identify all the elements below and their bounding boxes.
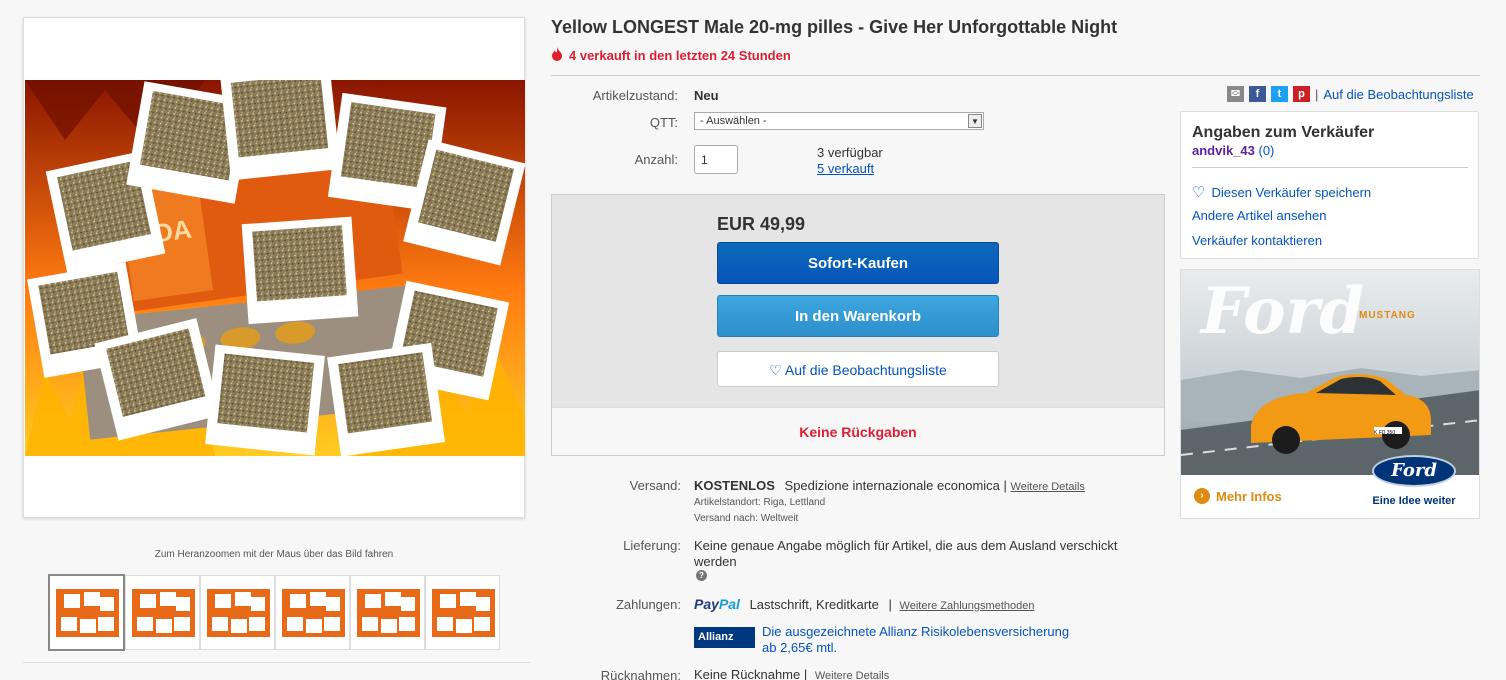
qtt-label: QTT: <box>649 115 678 130</box>
seller-score[interactable]: (0) <box>1259 143 1275 158</box>
help-icon[interactable]: ? <box>696 570 707 581</box>
returns-text: Keine Rücknahme <box>694 667 801 680</box>
separator: | <box>1315 86 1319 102</box>
thumbnail-image <box>432 589 495 637</box>
no-returns-notice: Keine Rückgaben <box>552 407 1164 455</box>
ad-plate: K FD 350 <box>1374 430 1396 436</box>
ford-badge: Ford <box>1372 455 1456 487</box>
divider <box>23 662 531 663</box>
returns-details-link[interactable]: Weitere Details <box>815 670 889 680</box>
allianz-logo-text: Allianz <box>698 631 734 643</box>
ad-footer: › Mehr Infos Ford Eine Idee weiter <box>1181 455 1479 518</box>
buy-box: EUR 49,99 Sofort-Kaufen In den Warenkorb… <box>551 194 1165 456</box>
available-count: 3 verfügbar <box>817 145 883 160</box>
shipping-method: Spedizione internazionale economica <box>784 478 1000 493</box>
thumbnail[interactable] <box>200 575 275 650</box>
qtt-select[interactable]: - Auswählen - ▼ <box>694 112 984 130</box>
chevron-right-icon: › <box>1194 488 1210 504</box>
heart-icon: ♡ <box>1192 184 1206 201</box>
recent-sales: 4 verkauft in den letzten 24 Stunden <box>551 47 791 64</box>
thumbnail[interactable] <box>425 575 500 650</box>
allianz-promo-line2: ab 2,65€ mtl. <box>762 640 838 655</box>
payment-method-list: Lastschrift, Kreditkarte <box>749 597 879 612</box>
product-image[interactable]: VIDA <box>25 80 525 456</box>
separator: | <box>888 597 892 612</box>
ford-ad[interactable]: Ford MUSTANG K FD 350 › Mehr Infos Ford … <box>1180 269 1480 519</box>
shipping-label: Versand: <box>629 478 681 493</box>
save-seller-label: Diesen Verkäufer speichern <box>1211 185 1372 200</box>
thumbnail[interactable] <box>48 574 125 651</box>
paypal-logo-pay: Pay <box>694 596 719 612</box>
payment-details-link[interactable]: Weitere Zahlungsmethoden <box>900 600 1035 612</box>
ad-more-info[interactable]: › Mehr Infos <box>1194 488 1282 504</box>
add-to-cart-button[interactable]: In den Warenkorb <box>717 295 999 337</box>
seller-panel: Angaben zum Verkäufer andvik_43 (0) ♡ Die… <box>1180 111 1479 259</box>
product-title: Yellow LONGEST Male 20-mg pilles - Give … <box>551 17 1118 37</box>
seller-name-link[interactable]: andvik_43 <box>1192 143 1255 158</box>
save-seller-link[interactable]: ♡ Diesen Verkäufer speichern <box>1192 183 1371 201</box>
buy-now-button[interactable]: Sofort-Kaufen <box>717 242 999 284</box>
quantity-input[interactable]: 1 <box>694 145 738 174</box>
delivery-text: Keine genaue Angabe möglich für Artikel,… <box>694 538 1118 569</box>
allianz-promo-link[interactable]: Die ausgezeichnete Allianz Risikolebensv… <box>762 624 1069 656</box>
ad-more-info-label: Mehr Infos <box>1216 488 1282 504</box>
separator: | <box>1003 478 1007 493</box>
seller-panel-title: Angaben zum Verkäufer <box>1192 124 1375 141</box>
chevron-down-icon: ▼ <box>968 114 982 128</box>
returns-info: Keine Rücknahme | Weitere Details <box>694 667 889 680</box>
heart-icon: ♡ <box>769 362 782 378</box>
other-items-link[interactable]: Andere Artikel ansehen <box>1192 208 1326 223</box>
delivery-label: Lieferung: <box>623 538 681 553</box>
thumbnail-strip <box>48 574 500 651</box>
recent-sales-text: 4 verkauft in den letzten 24 Stunden <box>569 48 791 63</box>
item-location: Artikelstandort: Riga, Lettland <box>694 497 826 508</box>
contact-seller-link[interactable]: Verkäufer kontaktieren <box>1192 233 1322 248</box>
thumbnail-image <box>56 589 119 637</box>
fire-icon <box>551 47 563 64</box>
allianz-logo: Allianz <box>694 627 755 648</box>
quantity-label: Anzahl: <box>634 152 678 167</box>
share-row: ✉ f t p | Auf die Beobachtungsliste <box>1227 86 1474 102</box>
condition-label: Artikelzustand: <box>592 88 678 103</box>
qtt-selected-value: - Auswählen - <box>700 115 767 127</box>
shipping-cost: KOSTENLOS <box>694 478 775 493</box>
paypal-logo: PayPal <box>694 596 740 612</box>
pinterest-icon[interactable]: p <box>1293 86 1310 102</box>
paypal-logo-pal: Pal <box>718 596 740 612</box>
thumbnail-image <box>282 589 345 637</box>
allianz-promo-line1: Die ausgezeichnete Allianz Risikolebensv… <box>762 624 1070 639</box>
watch-link[interactable]: Auf die Beobachtungsliste <box>1323 87 1473 102</box>
payment-label: Zahlungen: <box>615 597 681 612</box>
payment-methods: PayPal Lastschrift, Kreditkarte | Weiter… <box>694 596 1034 612</box>
thumbnail[interactable] <box>275 575 350 650</box>
divider <box>1192 167 1468 168</box>
watch-button-label: Auf die Beobachtungsliste <box>784 362 947 378</box>
twitter-icon[interactable]: t <box>1271 86 1288 102</box>
seller-name-row: andvik_43 (0) <box>1192 143 1274 158</box>
thumbnail-image <box>132 589 195 637</box>
watch-button[interactable]: ♡ Auf die Beobachtungsliste <box>717 351 999 387</box>
separator: | <box>803 667 808 680</box>
divider <box>551 75 1480 76</box>
sold-count-link[interactable]: 5 verkauft <box>817 161 874 176</box>
price: EUR 49,99 <box>717 214 806 234</box>
facebook-icon[interactable]: f <box>1249 86 1266 102</box>
thumbnail[interactable] <box>350 575 425 650</box>
ships-to: Versand nach: Weltweit <box>694 513 799 524</box>
shipping-details-link[interactable]: Weitere Details <box>1011 481 1085 493</box>
returns-label: Rücknahmen: <box>600 668 681 680</box>
ad-model: MUSTANG <box>1359 310 1416 321</box>
shipping-info: KOSTENLOS Spedizione internazionale econ… <box>694 478 1085 493</box>
thumbnail[interactable] <box>125 575 200 650</box>
zoom-hint: Zum Heranzoomen mit der Maus über das Bi… <box>154 549 394 560</box>
thumbnail-image <box>207 589 270 637</box>
main-image-frame[interactable]: VIDA <box>23 17 525 518</box>
ad-ford-script: Ford <box>1201 274 1365 349</box>
thumbnail-image <box>357 589 420 637</box>
mail-icon[interactable]: ✉ <box>1227 86 1244 102</box>
ad-tagline: Eine Idee weiter <box>1372 495 1456 507</box>
condition-value: Neu <box>694 88 719 103</box>
